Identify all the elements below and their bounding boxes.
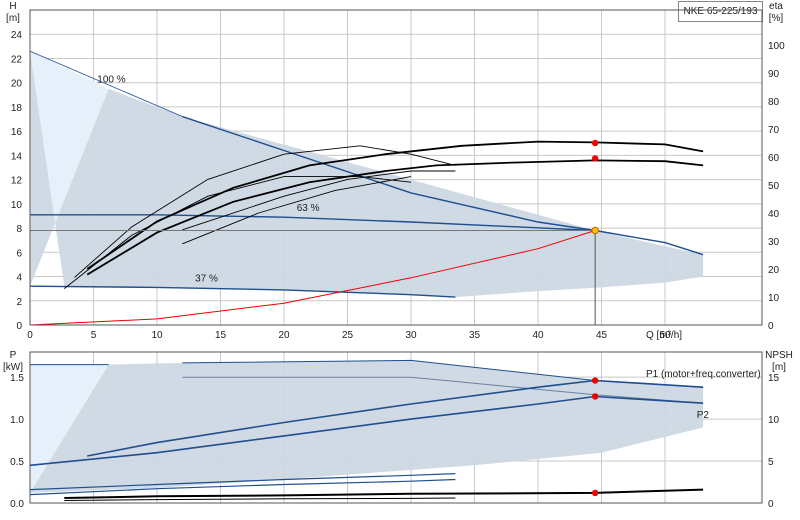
efficiency-marker: [591, 155, 599, 162]
eta-tick-label: 70: [768, 125, 780, 136]
duty-point: [591, 226, 599, 235]
power-axis-unit: [kW]: [3, 362, 23, 373]
x-axis-label: Q [m³/h]: [646, 330, 682, 341]
power-axis-label: P: [10, 350, 17, 361]
y-tick-label: 20: [11, 79, 23, 90]
eta-tick-label: 10: [768, 293, 780, 304]
eta-axis-unit: [%]: [769, 13, 784, 24]
y-tick-label: 18: [11, 103, 23, 114]
speed-label: 63 %: [297, 203, 320, 214]
efficiency-marker: [591, 139, 599, 147]
power-tick-label: 1.0: [10, 415, 24, 426]
x-tick-label: 0: [27, 330, 33, 341]
series-label-p2: P2: [697, 410, 710, 421]
x-tick-label: 30: [405, 330, 417, 341]
npsh-axis-label: NPSH: [765, 350, 793, 361]
y-tick-label: 16: [11, 127, 23, 138]
y-tick-label: 8: [16, 224, 22, 235]
pump-performance-chart: 100 %63 %37 %024681012141618202224010203…: [3, 1, 793, 510]
eta-tick-label: 40: [768, 209, 780, 220]
y-tick-label: 2: [16, 297, 22, 308]
eta-tick-label: 80: [768, 97, 780, 108]
y-tick-label: 14: [11, 151, 23, 162]
x-tick-label: 10: [151, 330, 163, 341]
eta-tick-label: 30: [768, 237, 780, 248]
series-label-p1: P1 (motor+freq.converter): [646, 369, 761, 380]
npsh-curve: [64, 488, 704, 499]
y-tick-label: 4: [16, 273, 22, 284]
x-tick-label: 35: [469, 330, 481, 341]
eta-tick-label: 50: [768, 181, 780, 192]
power-tick-label: 1.5: [10, 373, 24, 384]
npsh-axis-unit: [m]: [772, 362, 786, 373]
power-tick-label: 0.0: [10, 499, 24, 510]
x-tick-label: 5: [91, 330, 97, 341]
y-axis-unit: [m]: [6, 13, 20, 24]
x-tick-label: 20: [278, 330, 290, 341]
npsh-tick-label: 5: [768, 457, 774, 468]
eta-tick-label: 0: [768, 321, 774, 332]
eta-tick-label: 100: [768, 41, 785, 52]
y-tick-label: 10: [11, 200, 23, 211]
y-axis-label: H: [9, 1, 16, 12]
x-tick-label: 45: [596, 330, 608, 341]
power-marker: [591, 393, 599, 400]
y-tick-label: 0: [16, 321, 22, 332]
npsh-tick-label: 10: [768, 415, 780, 426]
eta-tick-label: 90: [768, 69, 780, 80]
x-tick-label: 15: [215, 330, 227, 341]
eta-tick-label: 20: [768, 265, 780, 276]
power-marker: [591, 489, 599, 497]
y-tick-label: 6: [16, 248, 22, 259]
eta-tick-label: 60: [768, 153, 780, 164]
npsh-curve: [64, 497, 456, 501]
npsh-tick-label: 15: [768, 373, 780, 384]
x-tick-label: 40: [532, 330, 544, 341]
y-tick-label: 24: [11, 30, 23, 41]
power-marker: [591, 377, 599, 384]
y-tick-label: 12: [11, 176, 23, 187]
eta-axis-label: eta: [769, 1, 783, 12]
speed-label: 37 %: [195, 273, 218, 284]
x-tick-label: 25: [342, 330, 354, 341]
power-tick-label: 0.5: [10, 457, 24, 468]
speed-label: 100 %: [97, 75, 125, 86]
y-tick-label: 22: [11, 54, 23, 65]
npsh-tick-label: 0: [768, 499, 774, 510]
